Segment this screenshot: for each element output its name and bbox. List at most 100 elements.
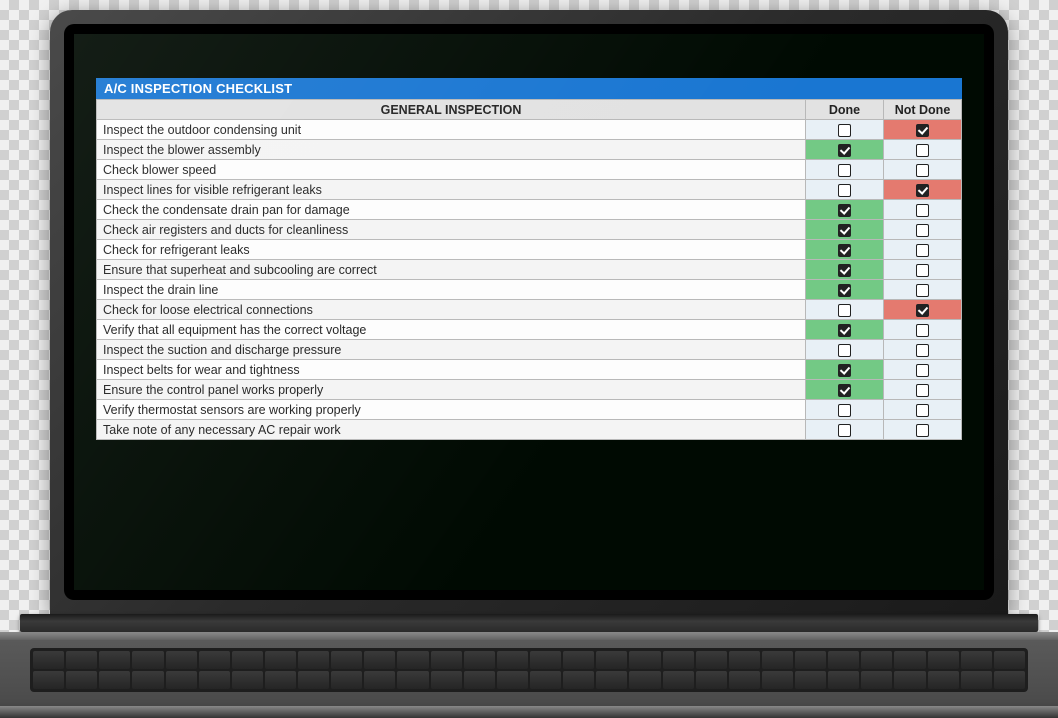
done-cell[interactable]: [806, 380, 884, 400]
keyboard-key: [663, 651, 694, 669]
checkbox-checked-icon[interactable]: [838, 144, 851, 157]
task-cell: Inspect belts for wear and tightness: [97, 360, 806, 380]
checkbox-empty-icon[interactable]: [838, 344, 851, 357]
checkbox-empty-icon[interactable]: [916, 144, 929, 157]
table-row: Inspect the outdoor condensing unit: [97, 120, 962, 140]
task-cell: Check for loose electrical connections: [97, 300, 806, 320]
checkbox-empty-icon[interactable]: [916, 284, 929, 297]
table-row: Verify thermostat sensors are working pr…: [97, 400, 962, 420]
task-cell: Ensure the control panel works properly: [97, 380, 806, 400]
checkbox-empty-icon[interactable]: [916, 344, 929, 357]
checkbox-empty-icon[interactable]: [916, 224, 929, 237]
notdone-cell[interactable]: [884, 300, 962, 320]
keyboard-key: [961, 651, 992, 669]
checkbox-empty-icon[interactable]: [916, 164, 929, 177]
table-row: Inspect belts for wear and tightness: [97, 360, 962, 380]
checkbox-checked-icon[interactable]: [838, 364, 851, 377]
checkbox-checked-icon[interactable]: [838, 264, 851, 277]
checkbox-checked-icon[interactable]: [838, 384, 851, 397]
done-cell[interactable]: [806, 240, 884, 260]
notdone-cell[interactable]: [884, 260, 962, 280]
done-cell[interactable]: [806, 160, 884, 180]
notdone-cell[interactable]: [884, 140, 962, 160]
keyboard-key: [894, 671, 925, 689]
checkbox-empty-icon[interactable]: [916, 404, 929, 417]
checkbox-checked-icon[interactable]: [838, 324, 851, 337]
checkbox-empty-icon[interactable]: [916, 244, 929, 257]
notdone-cell[interactable]: [884, 340, 962, 360]
done-cell[interactable]: [806, 200, 884, 220]
keyboard-key: [729, 671, 760, 689]
checklist-sheet: A/C INSPECTION CHECKLIST GENERAL INSPECT…: [96, 78, 962, 440]
done-cell[interactable]: [806, 220, 884, 240]
keyboard-key: [629, 651, 660, 669]
notdone-cell[interactable]: [884, 380, 962, 400]
table-row: Inspect the blower assembly: [97, 140, 962, 160]
done-cell[interactable]: [806, 180, 884, 200]
notdone-cell[interactable]: [884, 400, 962, 420]
notdone-cell[interactable]: [884, 420, 962, 440]
done-cell[interactable]: [806, 300, 884, 320]
checkbox-empty-icon[interactable]: [916, 204, 929, 217]
checkbox-empty-icon[interactable]: [838, 124, 851, 137]
checkbox-empty-icon[interactable]: [916, 384, 929, 397]
checkbox-empty-icon[interactable]: [838, 404, 851, 417]
checkbox-checked-icon[interactable]: [838, 284, 851, 297]
laptop-screen-frame: A/C INSPECTION CHECKLIST GENERAL INSPECT…: [64, 24, 994, 600]
keyboard-key: [431, 671, 462, 689]
checkbox-checked-icon[interactable]: [916, 304, 929, 317]
task-cell: Verify that all equipment has the correc…: [97, 320, 806, 340]
checkbox-empty-icon[interactable]: [916, 264, 929, 277]
notdone-cell[interactable]: [884, 160, 962, 180]
done-cell[interactable]: [806, 420, 884, 440]
done-cell[interactable]: [806, 120, 884, 140]
checkbox-checked-icon[interactable]: [916, 184, 929, 197]
checkbox-checked-icon[interactable]: [916, 124, 929, 137]
keyboard-key: [232, 671, 263, 689]
done-cell[interactable]: [806, 280, 884, 300]
task-cell: Inspect the blower assembly: [97, 140, 806, 160]
done-cell[interactable]: [806, 140, 884, 160]
keyboard-key: [298, 651, 329, 669]
sheet-title: A/C INSPECTION CHECKLIST: [96, 78, 962, 99]
done-cell[interactable]: [806, 400, 884, 420]
notdone-cell[interactable]: [884, 120, 962, 140]
keyboard-key: [563, 671, 594, 689]
notdone-cell[interactable]: [884, 280, 962, 300]
keyboard-key: [961, 671, 992, 689]
checkbox-empty-icon[interactable]: [916, 324, 929, 337]
checkbox-checked-icon[interactable]: [838, 244, 851, 257]
notdone-cell[interactable]: [884, 220, 962, 240]
done-cell[interactable]: [806, 360, 884, 380]
notdone-cell[interactable]: [884, 180, 962, 200]
task-cell: Inspect the outdoor condensing unit: [97, 120, 806, 140]
notdone-cell[interactable]: [884, 200, 962, 220]
task-cell: Inspect the drain line: [97, 280, 806, 300]
done-cell[interactable]: [806, 320, 884, 340]
keyboard-key: [464, 651, 495, 669]
notdone-cell[interactable]: [884, 360, 962, 380]
checkbox-empty-icon[interactable]: [838, 184, 851, 197]
table-row: Check the condensate drain pan for damag…: [97, 200, 962, 220]
checkbox-empty-icon[interactable]: [916, 424, 929, 437]
laptop-hinge: [20, 614, 1038, 632]
keyboard-key: [431, 651, 462, 669]
checklist-table: GENERAL INSPECTION Done Not Done Inspect…: [96, 99, 962, 440]
keyboard-key: [33, 651, 64, 669]
notdone-cell[interactable]: [884, 320, 962, 340]
keyboard-key: [265, 651, 296, 669]
done-cell[interactable]: [806, 340, 884, 360]
header-done: Done: [806, 100, 884, 120]
checkbox-checked-icon[interactable]: [838, 204, 851, 217]
checkbox-empty-icon[interactable]: [838, 424, 851, 437]
notdone-cell[interactable]: [884, 240, 962, 260]
done-cell[interactable]: [806, 260, 884, 280]
checkbox-empty-icon[interactable]: [916, 364, 929, 377]
keyboard-key: [596, 671, 627, 689]
keyboard-key: [99, 651, 130, 669]
checkbox-checked-icon[interactable]: [838, 224, 851, 237]
checkbox-empty-icon[interactable]: [838, 164, 851, 177]
keyboard-key: [994, 651, 1025, 669]
checkbox-empty-icon[interactable]: [838, 304, 851, 317]
keyboard-key: [232, 651, 263, 669]
